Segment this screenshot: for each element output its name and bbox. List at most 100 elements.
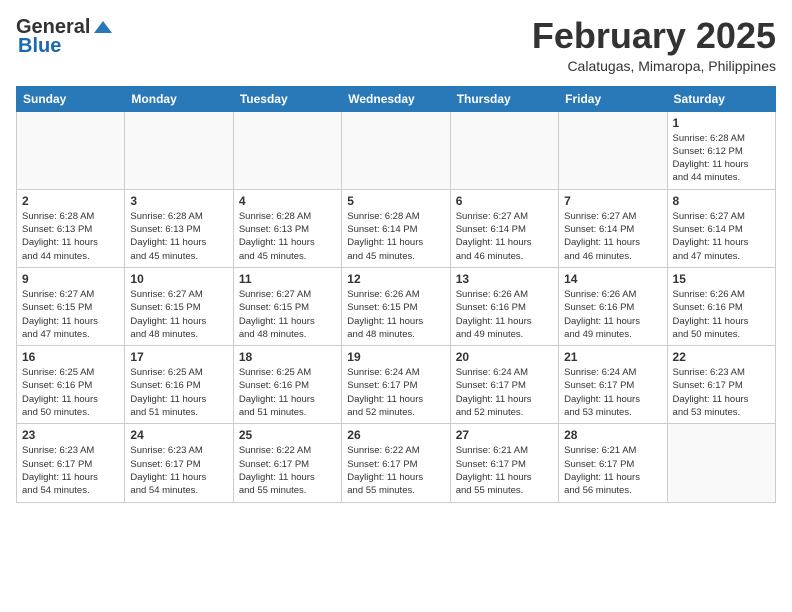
calendar-cell: 16Sunrise: 6:25 AM Sunset: 6:16 PM Dayli… bbox=[17, 346, 125, 424]
calendar-cell: 28 Sunrise: 6:21 AM Sunset: 6:17 PM Dayli… bbox=[559, 424, 667, 502]
page-header: General Blue February 2025 Calatugas, Mi… bbox=[16, 16, 776, 74]
calendar-header-tuesday: Tuesday bbox=[233, 86, 341, 111]
day-number: 25 bbox=[239, 428, 336, 442]
day-number: 16 bbox=[22, 350, 119, 364]
calendar-cell: 14 Sunrise: 6:26 AM Sunset: 6:16 PM Dayli… bbox=[559, 267, 667, 345]
calendar-cell: 12 Sunrise: 6:26 AM Sunset: 6:15 PM Dayli… bbox=[342, 267, 450, 345]
day-number: 3 bbox=[130, 194, 227, 208]
day-number: 9 bbox=[22, 272, 119, 286]
logo-blue-text: Blue bbox=[18, 35, 61, 58]
day-number: 21 bbox=[564, 350, 661, 364]
calendar-header-row: SundayMondayTuesdayWednesdayThursdayFrid… bbox=[17, 86, 776, 111]
day-number: 7 bbox=[564, 194, 661, 208]
calendar-week-5: 23 Sunrise: 6:23 AM Sunset: 6:17 PM Dayli… bbox=[17, 424, 776, 502]
day-info: Sunrise: 6:27 AM Sunset: 6:15 PM Dayligh… bbox=[239, 288, 336, 341]
calendar-cell bbox=[667, 424, 775, 502]
month-year: February 2025 bbox=[532, 16, 776, 56]
day-info: Sunrise: 6:24 AM Sunset: 6:17 PM Dayligh… bbox=[347, 366, 444, 419]
day-info: Sunrise: 6:27 AM Sunset: 6:14 PM Dayligh… bbox=[456, 210, 553, 263]
day-info: Sunrise: 6:26 AM Sunset: 6:16 PM Dayligh… bbox=[456, 288, 553, 341]
calendar-week-4: 16 Sunrise: 6:25 AM Sunset: 6:16 PM Dayli… bbox=[17, 346, 776, 424]
day-number: 2 bbox=[22, 194, 119, 208]
calendar-cell: 23 Sunrise: 6:23 AM Sunset: 6:17 PM Dayli… bbox=[17, 424, 125, 502]
day-number: 28 bbox=[564, 428, 661, 442]
day-info: Sunrise: 6:23 AM Sunset: 6:17 PM Dayligh… bbox=[130, 444, 227, 497]
day-number: 4 bbox=[239, 194, 336, 208]
day-number: 18 bbox=[239, 350, 336, 364]
calendar-cell: 27 Sunrise: 6:21 AM Sunset: 6:17 PM Dayli… bbox=[450, 424, 558, 502]
day-number: 12 bbox=[347, 272, 444, 286]
calendar-cell bbox=[450, 111, 558, 189]
calendar-cell: 19 Sunrise: 6:24 AM Sunset: 6:17 PM Dayli… bbox=[342, 346, 450, 424]
calendar-cell bbox=[233, 111, 341, 189]
day-info: Sunrise: 6:21 AM Sunset: 6:17 PM Dayligh… bbox=[564, 444, 661, 497]
day-number: 24 bbox=[130, 428, 227, 442]
day-number: 13 bbox=[456, 272, 553, 286]
day-number: 8 bbox=[673, 194, 770, 208]
location: Calatugas, Mimaropa, Philippines bbox=[532, 58, 776, 74]
calendar-cell: 17Sunrise: 6:25 AM Sunset: 6:16 PM Dayli… bbox=[125, 346, 233, 424]
day-number: 1 bbox=[673, 116, 770, 130]
calendar-cell: 18 Sunrise: 6:25 AM Sunset: 6:16 PM Dayli… bbox=[233, 346, 341, 424]
calendar-table: SundayMondayTuesdayWednesdayThursdayFrid… bbox=[16, 86, 776, 503]
calendar-cell: 20 Sunrise: 6:24 AM Sunset: 6:17 PM Dayli… bbox=[450, 346, 558, 424]
calendar-cell: 7 Sunrise: 6:27 AM Sunset: 6:14 PM Daylig… bbox=[559, 189, 667, 267]
calendar-cell: 15Sunrise: 6:26 AM Sunset: 6:16 PM Dayli… bbox=[667, 267, 775, 345]
logo-icon bbox=[92, 17, 114, 39]
calendar-header-saturday: Saturday bbox=[667, 86, 775, 111]
calendar-cell bbox=[17, 111, 125, 189]
day-info: Sunrise: 6:27 AM Sunset: 6:14 PM Dayligh… bbox=[564, 210, 661, 263]
calendar-week-1: 1 Sunrise: 6:28 AM Sunset: 6:12 PM Daylig… bbox=[17, 111, 776, 189]
day-info: Sunrise: 6:28 AM Sunset: 6:12 PM Dayligh… bbox=[673, 132, 770, 185]
day-number: 26 bbox=[347, 428, 444, 442]
day-number: 14 bbox=[564, 272, 661, 286]
day-number: 17 bbox=[130, 350, 227, 364]
day-info: Sunrise: 6:25 AM Sunset: 6:16 PM Dayligh… bbox=[239, 366, 336, 419]
calendar-cell: 24 Sunrise: 6:23 AM Sunset: 6:17 PM Dayli… bbox=[125, 424, 233, 502]
title-section: February 2025 Calatugas, Mimaropa, Phili… bbox=[532, 16, 776, 74]
day-info: Sunrise: 6:27 AM Sunset: 6:15 PM Dayligh… bbox=[130, 288, 227, 341]
day-info: Sunrise: 6:23 AM Sunset: 6:17 PM Dayligh… bbox=[673, 366, 770, 419]
calendar-week-2: 2 Sunrise: 6:28 AM Sunset: 6:13 PM Daylig… bbox=[17, 189, 776, 267]
day-number: 27 bbox=[456, 428, 553, 442]
day-info: Sunrise: 6:22 AM Sunset: 6:17 PM Dayligh… bbox=[347, 444, 444, 497]
day-info: Sunrise: 6:21 AM Sunset: 6:17 PM Dayligh… bbox=[456, 444, 553, 497]
calendar-cell: 11 Sunrise: 6:27 AM Sunset: 6:15 PM Dayli… bbox=[233, 267, 341, 345]
day-info: Sunrise: 6:27 AM Sunset: 6:15 PM Dayligh… bbox=[22, 288, 119, 341]
calendar-cell bbox=[559, 111, 667, 189]
calendar-cell: 26 Sunrise: 6:22 AM Sunset: 6:17 PM Dayli… bbox=[342, 424, 450, 502]
calendar-header-wednesday: Wednesday bbox=[342, 86, 450, 111]
day-info: Sunrise: 6:27 AM Sunset: 6:14 PM Dayligh… bbox=[673, 210, 770, 263]
calendar-cell: 5 Sunrise: 6:28 AM Sunset: 6:14 PM Daylig… bbox=[342, 189, 450, 267]
day-info: Sunrise: 6:24 AM Sunset: 6:17 PM Dayligh… bbox=[456, 366, 553, 419]
day-number: 23 bbox=[22, 428, 119, 442]
day-info: Sunrise: 6:28 AM Sunset: 6:13 PM Dayligh… bbox=[239, 210, 336, 263]
calendar-cell: 21Sunrise: 6:24 AM Sunset: 6:17 PM Dayli… bbox=[559, 346, 667, 424]
day-number: 6 bbox=[456, 194, 553, 208]
day-info: Sunrise: 6:26 AM Sunset: 6:16 PM Dayligh… bbox=[564, 288, 661, 341]
day-number: 15 bbox=[673, 272, 770, 286]
calendar-cell: 13 Sunrise: 6:26 AM Sunset: 6:16 PM Dayli… bbox=[450, 267, 558, 345]
calendar-header-sunday: Sunday bbox=[17, 86, 125, 111]
day-info: Sunrise: 6:28 AM Sunset: 6:14 PM Dayligh… bbox=[347, 210, 444, 263]
day-info: Sunrise: 6:22 AM Sunset: 6:17 PM Dayligh… bbox=[239, 444, 336, 497]
calendar-cell: 22Sunrise: 6:23 AM Sunset: 6:17 PM Dayli… bbox=[667, 346, 775, 424]
calendar-cell: 25 Sunrise: 6:22 AM Sunset: 6:17 PM Dayli… bbox=[233, 424, 341, 502]
calendar-cell: 6 Sunrise: 6:27 AM Sunset: 6:14 PM Daylig… bbox=[450, 189, 558, 267]
calendar-cell: 8 Sunrise: 6:27 AM Sunset: 6:14 PM Daylig… bbox=[667, 189, 775, 267]
day-info: Sunrise: 6:28 AM Sunset: 6:13 PM Dayligh… bbox=[22, 210, 119, 263]
calendar-cell: 4 Sunrise: 6:28 AM Sunset: 6:13 PM Daylig… bbox=[233, 189, 341, 267]
calendar-week-3: 9 Sunrise: 6:27 AM Sunset: 6:15 PM Daylig… bbox=[17, 267, 776, 345]
day-number: 20 bbox=[456, 350, 553, 364]
calendar-cell bbox=[125, 111, 233, 189]
calendar-cell: 9 Sunrise: 6:27 AM Sunset: 6:15 PM Daylig… bbox=[17, 267, 125, 345]
calendar-header-monday: Monday bbox=[125, 86, 233, 111]
day-number: 19 bbox=[347, 350, 444, 364]
day-info: Sunrise: 6:23 AM Sunset: 6:17 PM Dayligh… bbox=[22, 444, 119, 497]
calendar-header-thursday: Thursday bbox=[450, 86, 558, 111]
day-number: 5 bbox=[347, 194, 444, 208]
calendar-cell: 10Sunrise: 6:27 AM Sunset: 6:15 PM Dayli… bbox=[125, 267, 233, 345]
day-number: 11 bbox=[239, 272, 336, 286]
day-info: Sunrise: 6:26 AM Sunset: 6:15 PM Dayligh… bbox=[347, 288, 444, 341]
calendar-cell: 1 Sunrise: 6:28 AM Sunset: 6:12 PM Daylig… bbox=[667, 111, 775, 189]
